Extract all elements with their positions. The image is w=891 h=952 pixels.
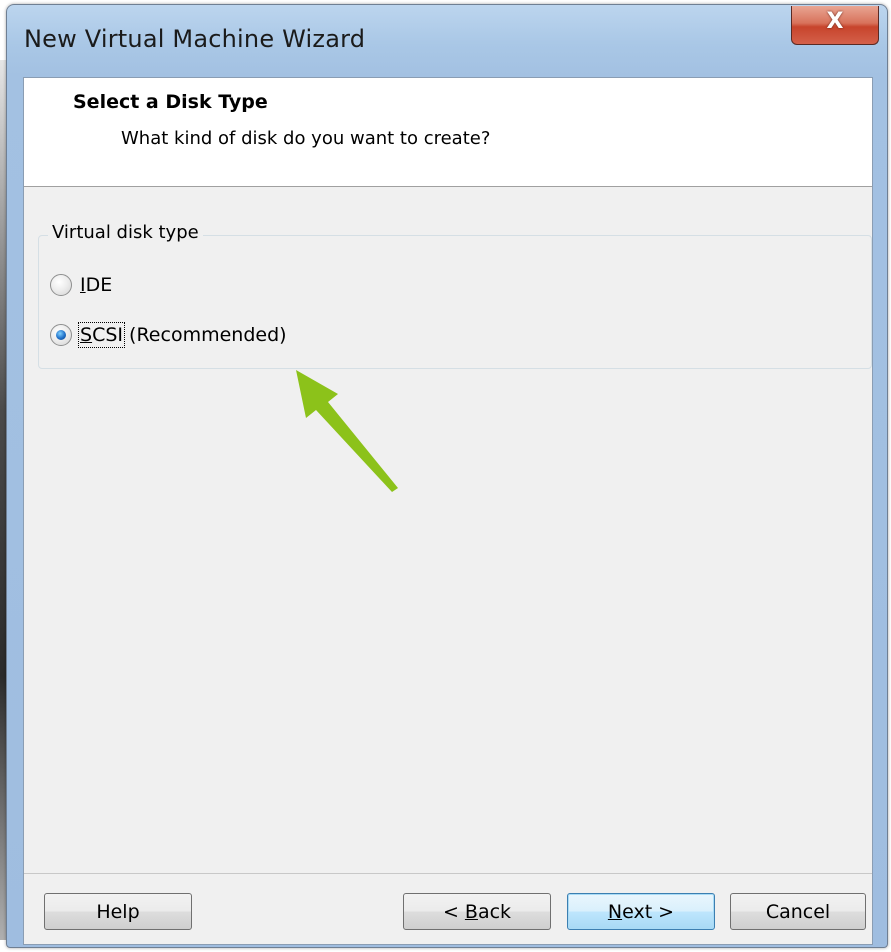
disk-type-group-label: Virtual disk type xyxy=(48,222,203,243)
close-button[interactable]: X xyxy=(791,6,879,45)
annotation-arrow-shape xyxy=(296,370,398,492)
page-title: Select a Disk Type xyxy=(73,91,268,113)
back-label-rest: ack xyxy=(477,900,512,923)
ide-label-rest: DE xyxy=(85,274,113,296)
button-area-separator xyxy=(24,873,872,874)
back-button[interactable]: < Back xyxy=(403,893,551,930)
wizard-content: Select a Disk Type What kind of disk do … xyxy=(23,77,873,945)
ide-radio-label[interactable]: IDE xyxy=(80,274,112,296)
back-mnemonic: B xyxy=(464,900,478,923)
recommended-label: (Recommended) xyxy=(129,324,287,346)
next-label-rest: ext > xyxy=(622,900,675,923)
window-title: New Virtual Machine Wizard xyxy=(24,25,366,53)
pointer-arrow-icon xyxy=(296,370,398,492)
scsi-label-rest: CSI xyxy=(92,324,123,346)
scsi-radio-label[interactable]: SCSI (Recommended) xyxy=(78,322,287,348)
scsi-radio-option[interactable]: SCSI (Recommended) xyxy=(50,322,287,348)
close-icon: X xyxy=(826,9,844,34)
page-subtitle: What kind of disk do you want to create? xyxy=(121,128,491,149)
scsi-radio-button[interactable] xyxy=(50,324,72,346)
wizard-header: Select a Disk Type What kind of disk do … xyxy=(24,78,872,187)
next-button[interactable]: Next > xyxy=(567,893,715,930)
scsi-mnemonic: S xyxy=(80,324,93,346)
next-mnemonic: N xyxy=(607,900,623,923)
help-button[interactable]: Help xyxy=(44,893,192,930)
ide-radio-option[interactable]: IDE xyxy=(50,274,112,296)
wizard-window: New Virtual Machine Wizard X Select a Di… xyxy=(6,4,888,948)
back-prefix: < xyxy=(442,900,459,923)
scsi-focus-text: SCSI xyxy=(78,322,125,348)
cancel-button[interactable]: Cancel xyxy=(730,893,866,930)
title-bar[interactable]: New Virtual Machine Wizard X xyxy=(7,5,887,77)
disk-type-groupbox xyxy=(38,235,872,369)
ide-radio-button[interactable] xyxy=(50,274,72,296)
